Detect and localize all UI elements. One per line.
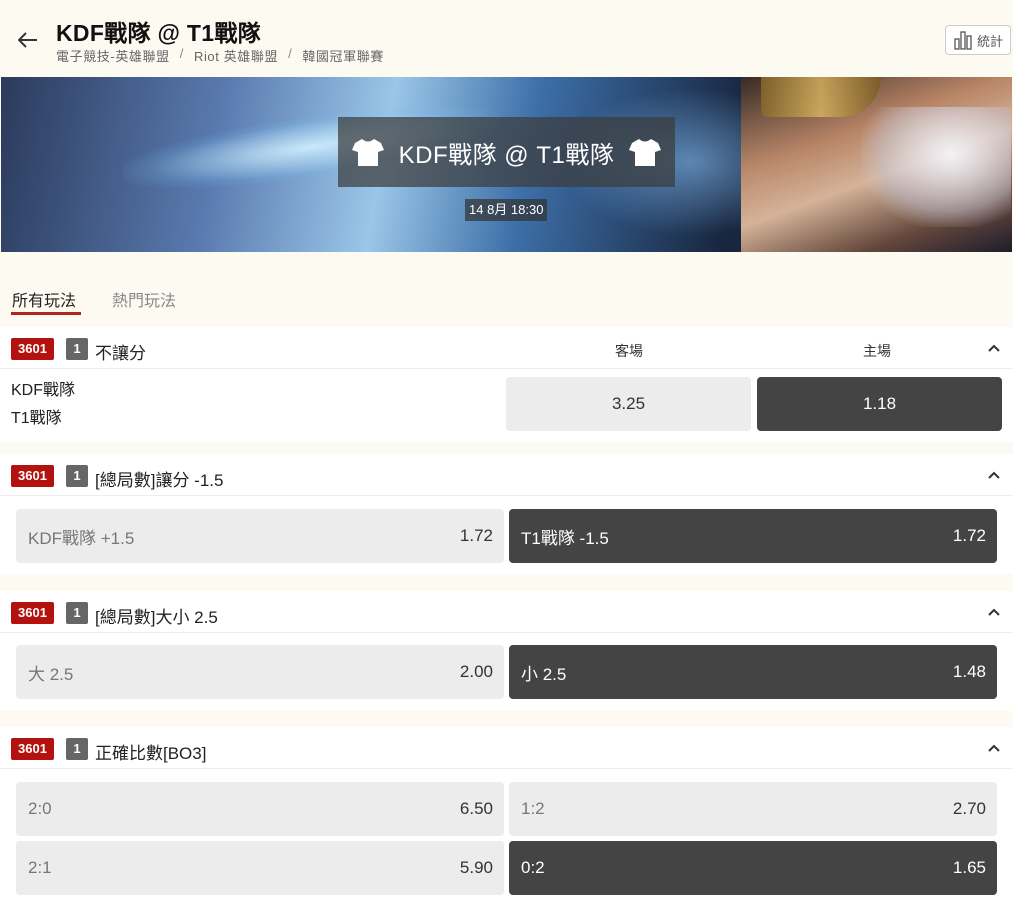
home-team-name: T1戰隊	[11, 410, 62, 427]
banner-art	[861, 107, 1011, 227]
match-title: KDF戰隊 @ T1戰隊	[398, 141, 615, 169]
selection-label: 1:2	[521, 799, 545, 818]
collapse-chevron-icon[interactable]	[985, 739, 1003, 757]
bar-chart-icon	[954, 31, 972, 50]
market-name: [總局數]讓分 -1.5	[95, 471, 224, 490]
home-column-header: 主場	[863, 343, 891, 359]
market-name: [總局數]大小 2.5	[95, 608, 218, 627]
market-correct-score: 3601 1 正確比數[BO3] 2:0 6.50 1:2 2.70 2:1 5…	[0, 727, 1013, 913]
home-odds-button[interactable]: 1.18	[757, 377, 1002, 431]
market-count-badge: 1	[66, 338, 88, 360]
score-option-button[interactable]: 2:0 6.50	[16, 782, 504, 836]
page-title: KDF戰隊 @ T1戰隊	[56, 20, 261, 46]
market-header: 3601 1 [總局數]讓分 -1.5	[0, 454, 1013, 496]
under-button[interactable]: 小 2.5 1.48	[509, 645, 997, 699]
market-id-badge: 3601	[11, 602, 54, 624]
handicap-away-button[interactable]: KDF戰隊 +1.5 1.72	[16, 509, 504, 563]
market-header: 3601 1 正確比數[BO3]	[0, 727, 1013, 769]
over-button[interactable]: 大 2.5 2.00	[16, 645, 504, 699]
market-handicap: 3601 1 [總局數]讓分 -1.5 KDF戰隊 +1.5 1.72 T1戰隊…	[0, 454, 1013, 574]
breadcrumb-separator: /	[288, 46, 293, 61]
match-time: 14 8月 18:30	[465, 199, 548, 221]
score-option-button[interactable]: 0:2 1.65	[509, 841, 997, 895]
odds-value: 1.18	[862, 394, 897, 413]
top-bar: KDF戰隊 @ T1戰隊 電子競技-英雄聯盟 / Riot 英雄聯盟 / 韓國冠…	[0, 0, 1013, 77]
odds-value: 3.25	[611, 394, 646, 413]
breadcrumb-separator: /	[179, 46, 184, 61]
odds-value: 2.00	[459, 662, 493, 681]
market-name: 正確比數[BO3]	[95, 744, 207, 763]
active-tab-indicator	[11, 312, 81, 315]
market-name: 不讓分	[95, 344, 146, 363]
selection-label: 大 2.5	[28, 664, 74, 684]
collapse-chevron-icon[interactable]	[985, 339, 1003, 357]
odds-value: 2.70	[952, 799, 986, 818]
away-odds-button[interactable]: 3.25	[506, 377, 751, 431]
selection-label: T1戰隊 -1.5	[521, 528, 609, 548]
market-totals: 3601 1 [總局數]大小 2.5 大 2.5 2.00 小 2.5 1.48	[0, 591, 1013, 711]
home-jersey-icon	[629, 139, 661, 166]
breadcrumb: 電子競技-英雄聯盟 / Riot 英雄聯盟 / 韓國冠軍聯賽	[56, 46, 384, 65]
selection-label: 2:1	[28, 858, 52, 877]
odds-value: 5.90	[459, 858, 493, 877]
selection-label: 0:2	[521, 858, 545, 877]
breadcrumb-item[interactable]: 韓國冠軍聯賽	[302, 46, 384, 65]
stats-button[interactable]: 統計	[945, 25, 1011, 55]
match-title-box: KDF戰隊 @ T1戰隊	[338, 117, 675, 187]
away-team-name: KDF戰隊	[11, 382, 76, 399]
match-banner: KDF戰隊 @ T1戰隊 14 8月 18:30	[1, 77, 1012, 252]
collapse-chevron-icon[interactable]	[985, 466, 1003, 484]
market-header: 3601 1 不讓分 客場 主場	[0, 327, 1013, 369]
tab-all-bets[interactable]: 所有玩法	[12, 287, 76, 311]
back-arrow-icon[interactable]	[14, 26, 42, 54]
team-names: KDF戰隊 T1戰隊	[11, 377, 75, 433]
market-id-badge: 3601	[11, 465, 54, 487]
market-count-badge: 1	[66, 602, 88, 624]
odds-value: 6.50	[459, 799, 493, 818]
market-header: 3601 1 [總局數]大小 2.5	[0, 591, 1013, 633]
breadcrumb-item[interactable]: 電子競技-英雄聯盟	[56, 46, 170, 65]
market-count-badge: 1	[66, 738, 88, 760]
bet-type-tabs: 所有玩法 熱門玩法	[0, 252, 1013, 322]
market-id-badge: 3601	[11, 338, 54, 360]
score-option-button[interactable]: 1:2 2.70	[509, 782, 997, 836]
stats-label: 統計	[976, 33, 1003, 49]
odds-value: 1.48	[952, 662, 986, 681]
selection-label: 小 2.5	[521, 664, 567, 684]
breadcrumb-item[interactable]: Riot 英雄聯盟	[194, 46, 278, 65]
selection-label: 2:0	[28, 799, 52, 818]
away-jersey-icon	[352, 139, 384, 166]
score-option-button[interactable]: 2:1 5.90	[16, 841, 504, 895]
tab-popular-bets[interactable]: 熱門玩法	[112, 287, 176, 311]
odds-value: 1.72	[952, 526, 986, 545]
market-count-badge: 1	[66, 465, 88, 487]
odds-value: 1.72	[459, 526, 493, 545]
collapse-chevron-icon[interactable]	[985, 603, 1003, 621]
selection-label: KDF戰隊 +1.5	[28, 528, 135, 548]
away-column-header: 客場	[615, 343, 643, 359]
handicap-home-button[interactable]: T1戰隊 -1.5 1.72	[509, 509, 997, 563]
market-moneyline: 3601 1 不讓分 客場 主場 KDF戰隊 T1戰隊 3.25 1.18	[0, 327, 1013, 442]
odds-value: 1.65	[952, 858, 986, 877]
market-id-badge: 3601	[11, 738, 54, 760]
